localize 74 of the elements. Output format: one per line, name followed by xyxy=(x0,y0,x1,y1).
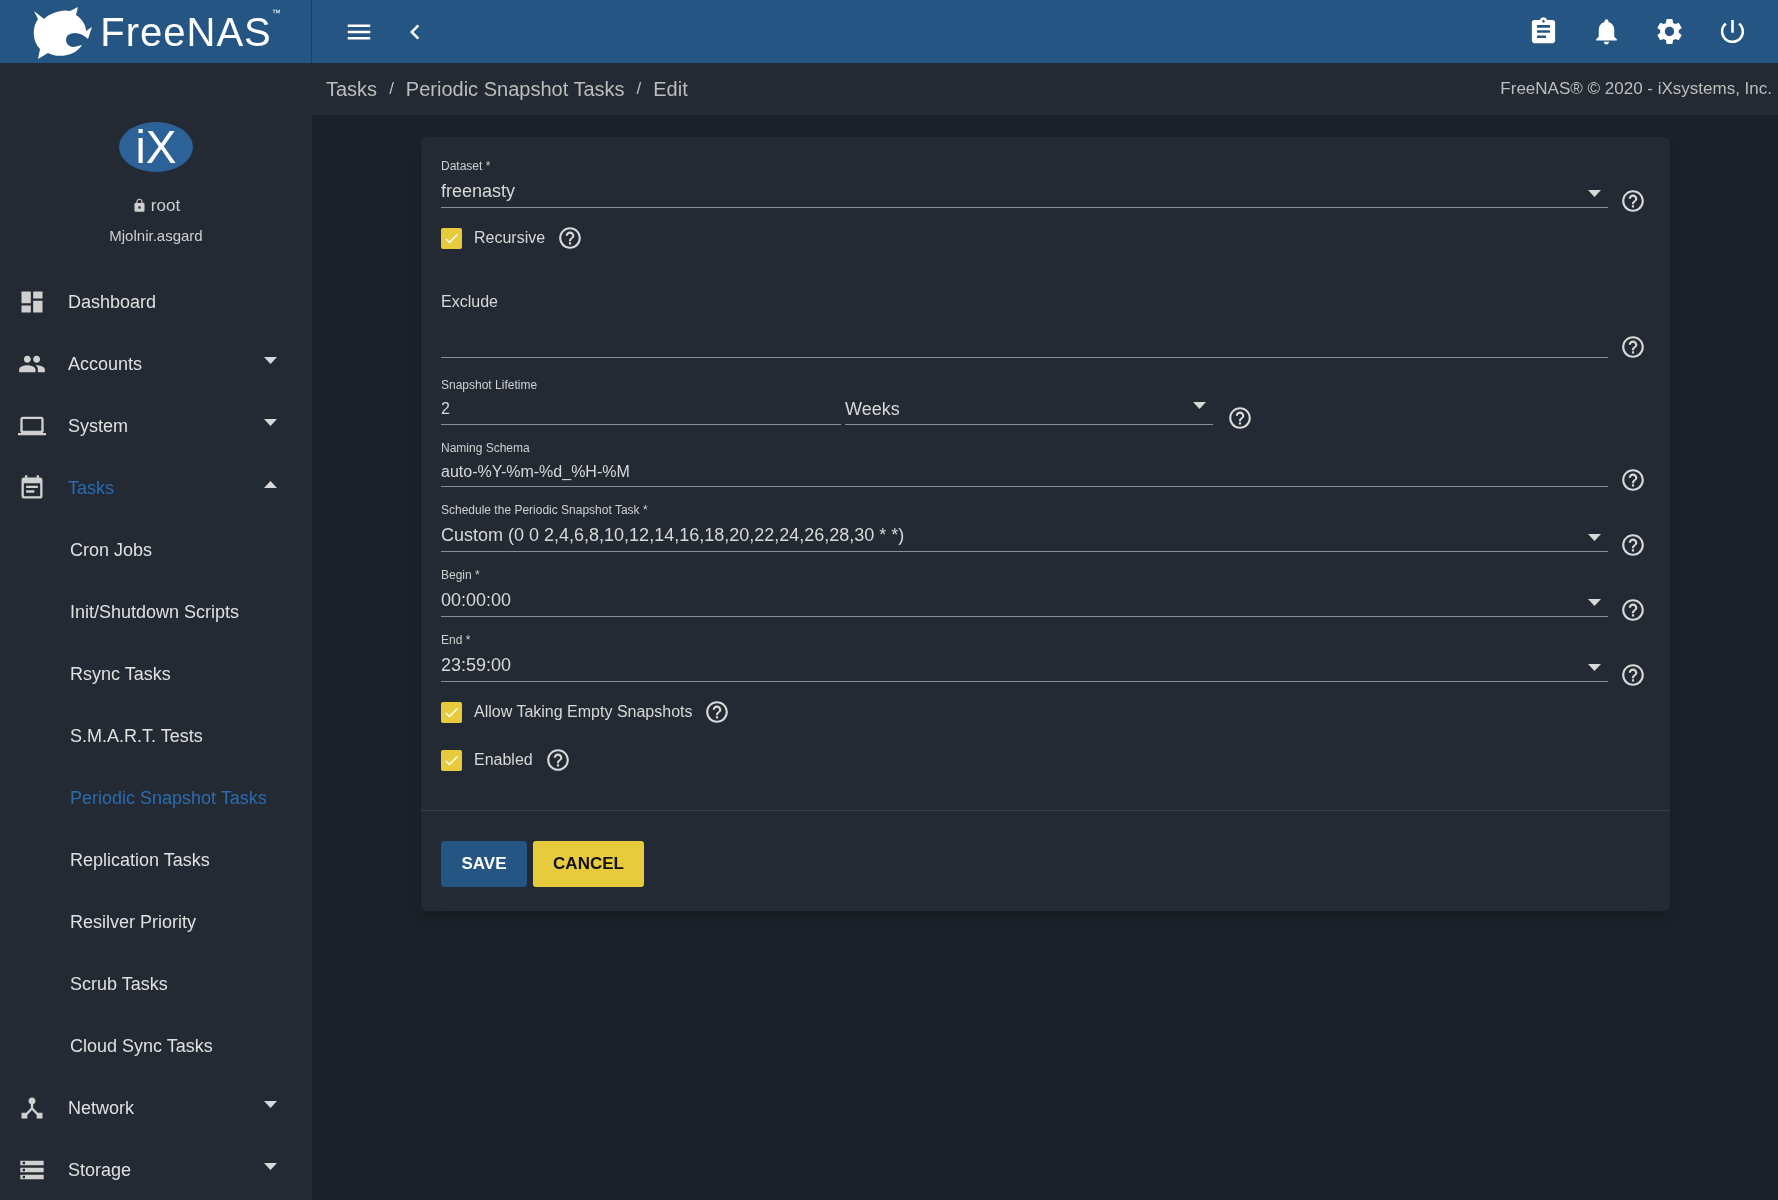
field-value: Custom (0 0 2,4,6,8,10,12,14,16,18,20,22,24,26,28,30 * *) xyxy=(441,524,906,547)
select-field[interactable]: Dataset * freenasty xyxy=(441,157,1608,208)
field-value: 23:59:00 xyxy=(441,654,513,677)
checkbox[interactable] xyxy=(441,749,462,771)
expand-caret-icon xyxy=(264,356,277,364)
checkbox[interactable] xyxy=(441,701,462,723)
expand-caret-icon xyxy=(264,1162,277,1170)
field-label: Dataset * xyxy=(441,158,492,175)
field-value: 2 xyxy=(441,399,451,419)
help-icon[interactable] xyxy=(1620,334,1646,360)
help-icon[interactable] xyxy=(1620,662,1646,688)
nav-subitem[interactable]: Cron Jobs xyxy=(0,519,312,581)
help-icon[interactable] xyxy=(544,747,571,773)
select-field[interactable]: End * 23:59:00 xyxy=(441,631,1608,682)
help-icon[interactable] xyxy=(1620,188,1646,214)
checkbox-label: Allow Taking Empty Snapshots xyxy=(474,702,693,722)
field-value: freenasty xyxy=(441,180,517,203)
field-value: auto-%Y-%m-%d_%H-%M xyxy=(441,462,631,482)
help-icon[interactable] xyxy=(704,699,731,725)
lifetime-field[interactable]: Snapshot Lifetime 2 xyxy=(441,376,841,425)
help-icon[interactable] xyxy=(1620,467,1646,493)
expand-caret-icon xyxy=(264,1100,277,1108)
host-name: Mjolnir.asgard xyxy=(109,225,203,246)
help-icon[interactable] xyxy=(557,225,584,251)
exclude-field[interactable]: Exclude xyxy=(441,282,1608,358)
dropdown-caret-icon xyxy=(1588,664,1601,671)
nav-item[interactable]: Storage xyxy=(0,1139,312,1200)
nav-subitem[interactable]: S.M.A.R.T. Tests xyxy=(0,705,312,767)
field-label: Naming Schema xyxy=(441,440,531,457)
breadcrumb-link[interactable]: Tasks xyxy=(326,74,378,104)
nav-subitem[interactable]: Init/Shutdown Scripts xyxy=(0,581,312,643)
nav-subitem[interactable]: Scrub Tasks xyxy=(0,953,312,1015)
field-label: Schedule the Periodic Snapshot Task * xyxy=(441,502,649,519)
select-value: Weeks xyxy=(845,398,901,421)
user-logo-text: iX xyxy=(135,124,177,170)
checkbox-label: Enabled xyxy=(474,750,533,770)
nav-item[interactable]: Network xyxy=(0,1077,312,1139)
brand-name: FreeNAS xyxy=(100,8,272,56)
nav-subitem[interactable]: Resilver Priority xyxy=(0,891,312,953)
logo-ellipse-icon xyxy=(119,119,193,175)
expand-caret-icon xyxy=(264,418,277,426)
trademark-mark: ™ xyxy=(271,7,281,18)
cancel-button[interactable]: CANCEL xyxy=(533,841,644,887)
field-label: End * xyxy=(441,632,472,649)
copyright-text: FreeNAS® © 2020 - iXsystems, Inc. xyxy=(1500,78,1772,101)
help-icon[interactable] xyxy=(1227,405,1253,431)
field-label: Snapshot Lifetime xyxy=(441,377,539,394)
nav-subitem[interactable]: Replication Tasks xyxy=(0,829,312,891)
field-label: Exclude xyxy=(441,293,498,310)
dropdown-caret-icon xyxy=(1588,190,1601,197)
nav-item[interactable]: Dashboard xyxy=(0,271,312,333)
breadcrumb-separator: / xyxy=(636,78,642,101)
nav-subitem[interactable]: Rsync Tasks xyxy=(0,643,312,705)
field-value: 00:00:00 xyxy=(441,589,513,612)
help-icon[interactable] xyxy=(1620,597,1646,623)
checkbox[interactable] xyxy=(441,227,462,249)
user-name: root xyxy=(150,195,181,217)
breadcrumb-link[interactable]: Periodic Snapshot Tasks xyxy=(405,74,625,104)
dropdown-caret-icon xyxy=(1588,599,1601,606)
nav-item[interactable]: System xyxy=(0,395,312,457)
field-label: Begin * xyxy=(441,567,481,584)
nav-subitem[interactable]: Cloud Sync Tasks xyxy=(0,1015,312,1077)
help-icon[interactable] xyxy=(1620,532,1646,558)
breadcrumb-separator: / xyxy=(389,78,394,101)
save-button[interactable]: SAVE xyxy=(441,841,527,887)
unit-select[interactable]: Weeks xyxy=(845,396,1213,425)
collapse-caret-icon xyxy=(264,480,277,488)
checkbox-label: Recursive xyxy=(474,228,546,248)
select-field[interactable]: Schedule the Periodic Snapshot Task * Custom (0 0 2,4,6,8,10,12,14,16,18,20,22,24,26,28,30 * *) xyxy=(441,501,1608,552)
select-field[interactable]: Begin * 00:00:00 xyxy=(441,566,1608,617)
dropdown-caret-icon xyxy=(1588,534,1601,541)
dropdown-caret-icon xyxy=(1193,402,1206,409)
input-field[interactable]: Naming Schema auto-%Y-%m-%d_%H-%M xyxy=(441,439,1608,487)
nav-item[interactable]: Accounts xyxy=(0,333,312,395)
